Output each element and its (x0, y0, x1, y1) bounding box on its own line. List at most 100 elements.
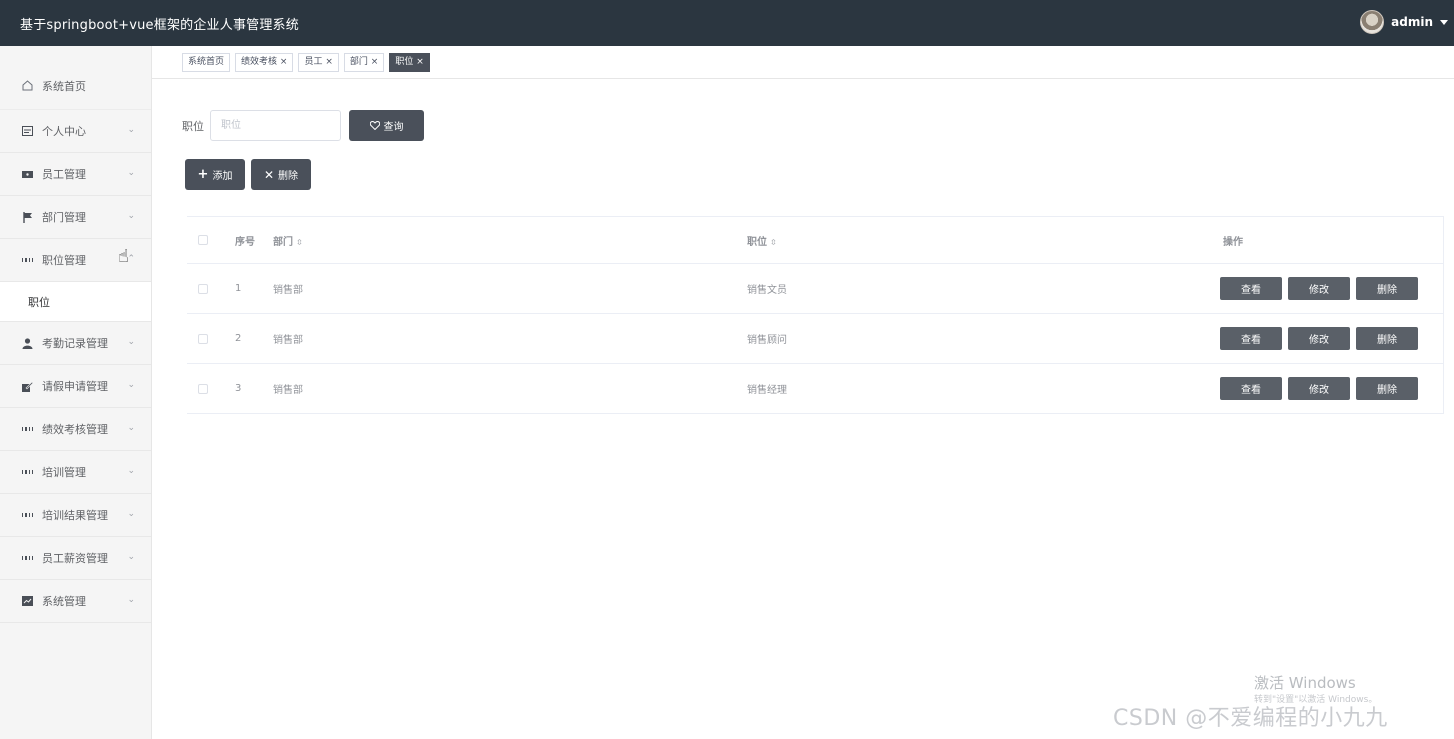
sidebar-item-departments[interactable]: 部门管理 ⌄ (0, 196, 151, 239)
sidebar-item-leave[interactable]: 请假申请管理 ⌄ (0, 365, 151, 408)
search-label: 职位 (182, 119, 204, 133)
windows-activation-title: 激活 Windows (1254, 674, 1356, 692)
sidebar-item-label: 培训结果管理 (42, 509, 108, 522)
header-dept[interactable]: 部门 ⇳ (273, 233, 747, 248)
row-checkbox[interactable] (198, 333, 208, 344)
sort-icon[interactable]: ⇳ (296, 238, 303, 247)
home-icon (22, 80, 33, 91)
header-position-label: 职位 (747, 236, 767, 248)
delete-button[interactable]: ✕ 删除 (251, 159, 311, 190)
add-button[interactable]: + 添加 (185, 159, 245, 190)
sidebar-item-label: 部门管理 (42, 211, 86, 224)
sidebar-item-label: 员工薪资管理 (42, 552, 108, 565)
row-actions: 查看 修改 删除 (1220, 377, 1443, 400)
select-all-checkbox[interactable] (198, 235, 208, 245)
chevron-down-icon: ⌄ (127, 595, 135, 605)
view-button[interactable]: 查看 (1220, 277, 1282, 300)
tab-positions[interactable]: 职位 × (389, 52, 430, 72)
row-delete-button[interactable]: 删除 (1356, 277, 1418, 300)
chevron-down-icon: ⌄ (127, 211, 135, 221)
row-index: 3 (235, 383, 242, 394)
tab-performance[interactable]: 绩效考核 × (235, 52, 294, 72)
row-index: 2 (235, 333, 242, 344)
sidebar-item-salary[interactable]: 员工薪资管理 ⌄ (0, 537, 151, 580)
sidebar-item-label: 考勤记录管理 (42, 337, 108, 350)
row-position: 销售文员 (747, 285, 787, 296)
sidebar-item-system[interactable]: 系统管理 ⌄ (0, 580, 151, 623)
chevron-down-icon: ⌄ (127, 423, 135, 433)
close-icon[interactable]: × (416, 57, 424, 67)
sidebar-item-employees[interactable]: 员工管理 ⌄ (0, 153, 151, 196)
row-checkbox[interactable] (198, 283, 208, 294)
close-icon[interactable]: × (325, 57, 333, 67)
close-icon[interactable]: × (371, 57, 379, 67)
row-dept: 销售部 (273, 335, 303, 346)
sidebar-item-training[interactable]: 培训管理 ⌄ (0, 451, 151, 494)
chevron-down-icon: ⌄ (127, 552, 135, 562)
chevron-down-icon: ⌄ (127, 380, 135, 390)
close-icon[interactable]: × (280, 57, 288, 67)
username[interactable]: admin (1391, 15, 1433, 29)
user-menu[interactable]: admin (1360, 10, 1448, 34)
header-position[interactable]: 职位 ⇳ (747, 233, 1220, 248)
sidebar-item-label: 请假申请管理 (42, 380, 108, 393)
row-dept: 销售部 (273, 385, 303, 396)
row-check-cell (187, 333, 235, 344)
sidebar-item-home[interactable]: 系统首页 (0, 62, 151, 110)
tab-label: 绩效考核 (241, 56, 278, 67)
row-index: 1 (235, 283, 242, 294)
table-row: 1 销售部 销售文员 查看 修改 删除 (187, 264, 1443, 314)
tab-label: 员工 (304, 56, 323, 67)
view-button[interactable]: 查看 (1220, 377, 1282, 400)
position-search-input[interactable] (210, 110, 341, 141)
sidebar-subitem-position[interactable]: 职位 (0, 282, 151, 322)
sidebar-item-attendance[interactable]: 考勤记录管理 ⌄ (0, 322, 151, 365)
sort-icon[interactable]: ⇳ (770, 238, 777, 247)
avatar[interactable] (1360, 10, 1385, 34)
chevron-down-icon: ⌄ (127, 125, 135, 135)
chevron-down-icon: ⌄ (127, 168, 135, 178)
chevron-down-icon: ⌄ (127, 337, 135, 347)
view-button[interactable]: 查看 (1220, 327, 1282, 350)
app-title: 基于springboot+vue框架的企业人事管理系统 (20, 18, 299, 33)
grid-icon (22, 553, 33, 564)
query-button-label: 查询 (383, 122, 404, 133)
table-header: 序号 部门 ⇳ 职位 ⇳ 操作 (187, 217, 1443, 264)
row-position: 销售顾问 (747, 335, 787, 346)
action-bar: + 添加 ✕ 删除 (185, 159, 311, 190)
caret-down-icon[interactable] (1440, 19, 1448, 25)
top-bar: 基于springboot+vue框架的企业人事管理系统 admin (0, 0, 1454, 46)
tab-home[interactable]: 系统首页 (182, 52, 231, 72)
sidebar-item-label: 绩效考核管理 (42, 423, 108, 436)
table-row: 3 销售部 销售经理 查看 修改 删除 (187, 364, 1443, 414)
row-checkbox[interactable] (198, 383, 208, 394)
sidebar-item-performance[interactable]: 绩效考核管理 ⌄ (0, 408, 151, 451)
row-delete-button[interactable]: 删除 (1356, 377, 1418, 400)
user-icon (22, 337, 33, 349)
header-index: 序号 (235, 236, 255, 248)
edit-button[interactable]: 修改 (1288, 327, 1350, 350)
sidebar-item-training-results[interactable]: 培训结果管理 ⌄ (0, 494, 151, 537)
edit-button[interactable]: 修改 (1288, 277, 1350, 300)
row-delete-button[interactable]: 删除 (1356, 327, 1418, 350)
sidebar-item-label: 职位管理 (42, 254, 86, 267)
edit-button[interactable]: 修改 (1288, 377, 1350, 400)
sidebar-item-label: 系统管理 (42, 595, 86, 608)
query-button[interactable]: 查询 (349, 110, 424, 141)
flag-icon (22, 211, 33, 223)
row-check-cell (187, 283, 235, 294)
row-dept: 销售部 (273, 285, 303, 296)
plus-icon: + (197, 167, 209, 182)
row-actions: 查看 修改 删除 (1220, 327, 1443, 350)
tab-departments[interactable]: 部门 × (343, 52, 385, 72)
row-position: 销售经理 (747, 385, 787, 396)
sidebar-item-personal[interactable]: 个人中心 ⌄ (0, 110, 151, 153)
sidebar: 系统首页 个人中心 ⌄ 员工管理 ⌄ 部门管理 ⌄ 职位管理 ⌃ 职位 考勤记录… (0, 46, 152, 739)
chart-icon (22, 596, 33, 607)
positions-table: 序号 部门 ⇳ 职位 ⇳ 操作 1 销售部 销售文员 查看 修改 删除 2 销售部 … (187, 216, 1444, 414)
tab-employees[interactable]: 员工 × (298, 52, 339, 72)
edit-icon (22, 381, 33, 392)
header-dept-label: 部门 (273, 236, 293, 248)
row-actions: 查看 修改 删除 (1220, 277, 1443, 300)
table-row: 2 销售部 销售顾问 查看 修改 删除 (187, 314, 1443, 364)
